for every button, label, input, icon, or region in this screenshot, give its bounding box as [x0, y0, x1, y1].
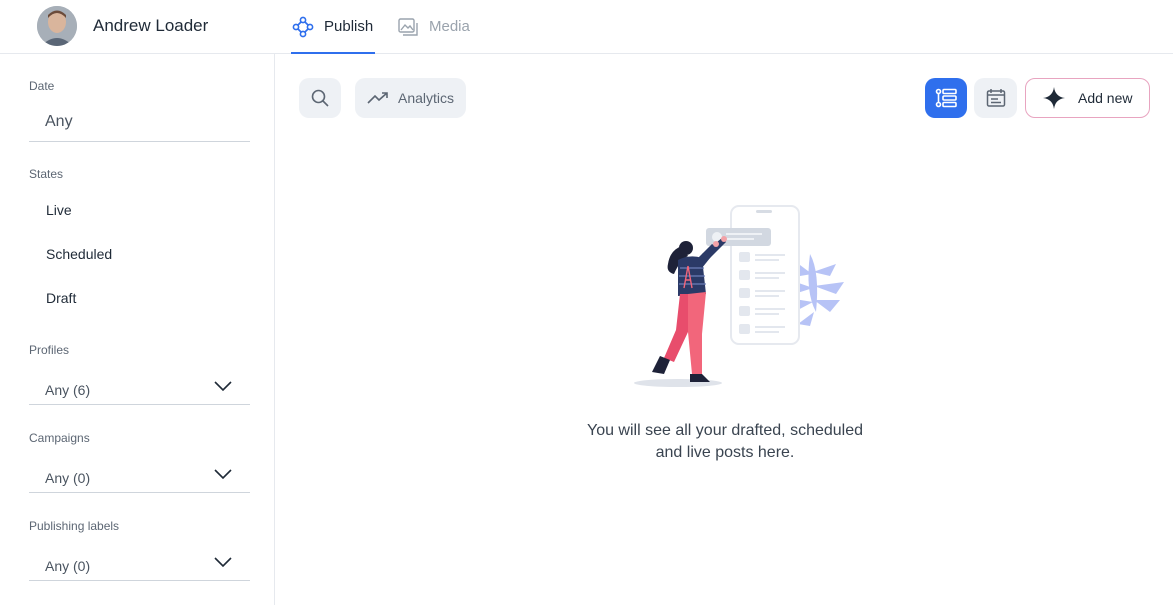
- publishing-labels-label: Publishing labels: [29, 519, 120, 533]
- empty-state-line-2: and live posts here.: [655, 444, 795, 461]
- state-item-live[interactable]: Live: [46, 202, 72, 218]
- avatar[interactable]: [37, 6, 77, 46]
- state-item-draft[interactable]: Draft: [46, 290, 76, 306]
- campaigns-value: Any (0): [45, 470, 91, 486]
- profiles-value: Any (6): [45, 382, 91, 398]
- analytics-label: Analytics: [397, 90, 455, 106]
- active-tab-indicator: [291, 52, 376, 54]
- empty-state-message: You will see all your drafted, scheduled…: [560, 420, 890, 464]
- publish-icon: [292, 16, 314, 37]
- profiles-label: Profiles: [29, 343, 70, 357]
- list-view-button[interactable]: [925, 78, 967, 118]
- chevron-down-icon: [214, 557, 232, 568]
- tab-publish[interactable]: Publish: [291, 0, 376, 54]
- campaigns-select[interactable]: Any (0): [29, 461, 250, 493]
- media-icon: [398, 17, 418, 36]
- chevron-down-icon: [214, 381, 232, 392]
- tab-publish-label: Publish: [324, 18, 374, 35]
- publishing-labels-select[interactable]: Any (0): [29, 549, 250, 581]
- search-icon: [311, 89, 329, 107]
- tab-media-label: Media: [429, 18, 470, 35]
- state-item-scheduled[interactable]: Scheduled: [46, 246, 112, 262]
- campaigns-label: Campaigns: [29, 431, 90, 445]
- user-name: Andrew Loader: [93, 16, 209, 35]
- publishing-labels-value: Any (0): [45, 558, 91, 574]
- calendar-icon: [986, 89, 1005, 107]
- chevron-down-icon: [214, 469, 232, 480]
- trend-up-icon: [367, 92, 388, 104]
- calendar-view-button[interactable]: [974, 78, 1017, 118]
- add-new-label: Add new: [1078, 90, 1133, 106]
- analytics-button[interactable]: Analytics: [355, 78, 466, 118]
- empty-state-illustration: [634, 205, 844, 387]
- search-button[interactable]: [299, 78, 341, 118]
- date-label: Date: [29, 79, 55, 93]
- add-new-icon: [1043, 87, 1065, 109]
- tab-media[interactable]: Media: [398, 0, 470, 53]
- profiles-select[interactable]: Any (6): [29, 373, 250, 405]
- list-view-icon: [935, 88, 957, 108]
- states-label: States: [29, 167, 64, 181]
- empty-state-line-1: You will see all your drafted, scheduled: [586, 422, 864, 439]
- filter-sidebar: Date Any States Live Scheduled Draft Pro…: [0, 54, 275, 605]
- add-new-button[interactable]: Add new: [1025, 78, 1150, 118]
- top-bar: Andrew Loader Publish Media: [0, 0, 1173, 54]
- date-value: Any: [45, 113, 73, 130]
- date-field[interactable]: Any: [29, 102, 250, 142]
